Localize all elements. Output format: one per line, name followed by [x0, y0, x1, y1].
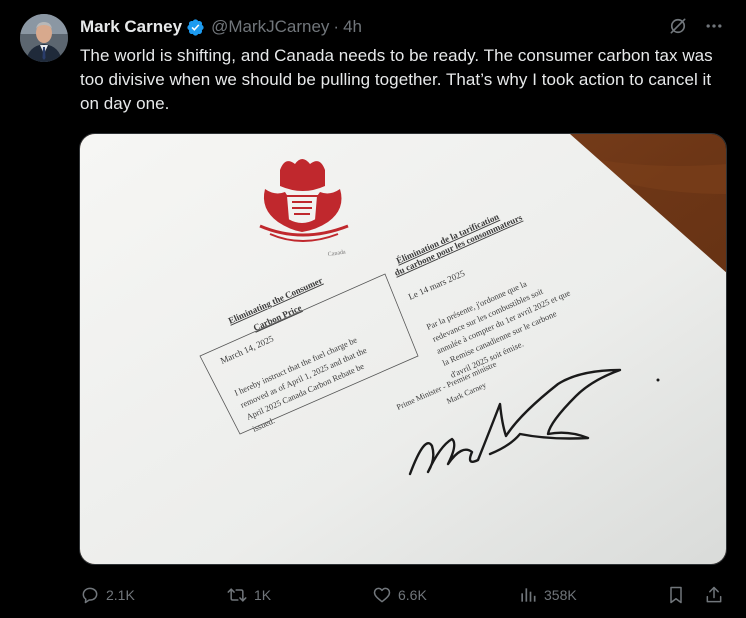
share-icon	[704, 585, 724, 605]
tweet-text: The world is shifting, and Canada needs …	[80, 46, 713, 113]
more-icon[interactable]	[704, 16, 724, 36]
reply-count: 2.1K	[106, 587, 135, 603]
like-count: 6.6K	[398, 587, 427, 603]
tweet-header: Mark Carney @MarkJCarney · 4h	[80, 16, 362, 38]
signature-dot	[656, 378, 660, 382]
bookmark-button[interactable]	[666, 582, 686, 608]
repost-button[interactable]: 1K	[226, 582, 271, 608]
timestamp[interactable]: 4h	[343, 17, 362, 37]
bookmark-icon	[666, 585, 686, 605]
heart-icon	[372, 585, 392, 605]
reply-icon	[80, 585, 100, 605]
display-name[interactable]: Mark Carney	[80, 17, 182, 37]
views-icon	[518, 585, 538, 605]
tweet-card: Mark Carney @MarkJCarney · 4h The world …	[0, 0, 746, 618]
view-count: 358K	[544, 587, 577, 603]
reply-button[interactable]: 2.1K	[80, 582, 135, 608]
verified-badge-icon	[186, 18, 205, 37]
views-button[interactable]: 358K	[518, 582, 577, 608]
repost-icon	[226, 585, 248, 605]
user-handle[interactable]: @MarkJCarney	[211, 17, 329, 37]
separator-dot: ·	[333, 17, 340, 36]
avatar[interactable]	[20, 14, 68, 62]
tweet-action-bar: 2.1K 1K 6.6K 358K	[80, 582, 728, 608]
repost-count: 1K	[254, 587, 272, 603]
document-paper	[80, 134, 726, 564]
grok-icon[interactable]	[668, 16, 688, 36]
share-button[interactable]	[704, 582, 724, 608]
like-button[interactable]: 6.6K	[372, 582, 427, 608]
tweet-media-photo[interactable]: Canada Eliminating the Consumer Carbon P…	[79, 133, 727, 565]
tweet-top-actions	[668, 16, 724, 36]
